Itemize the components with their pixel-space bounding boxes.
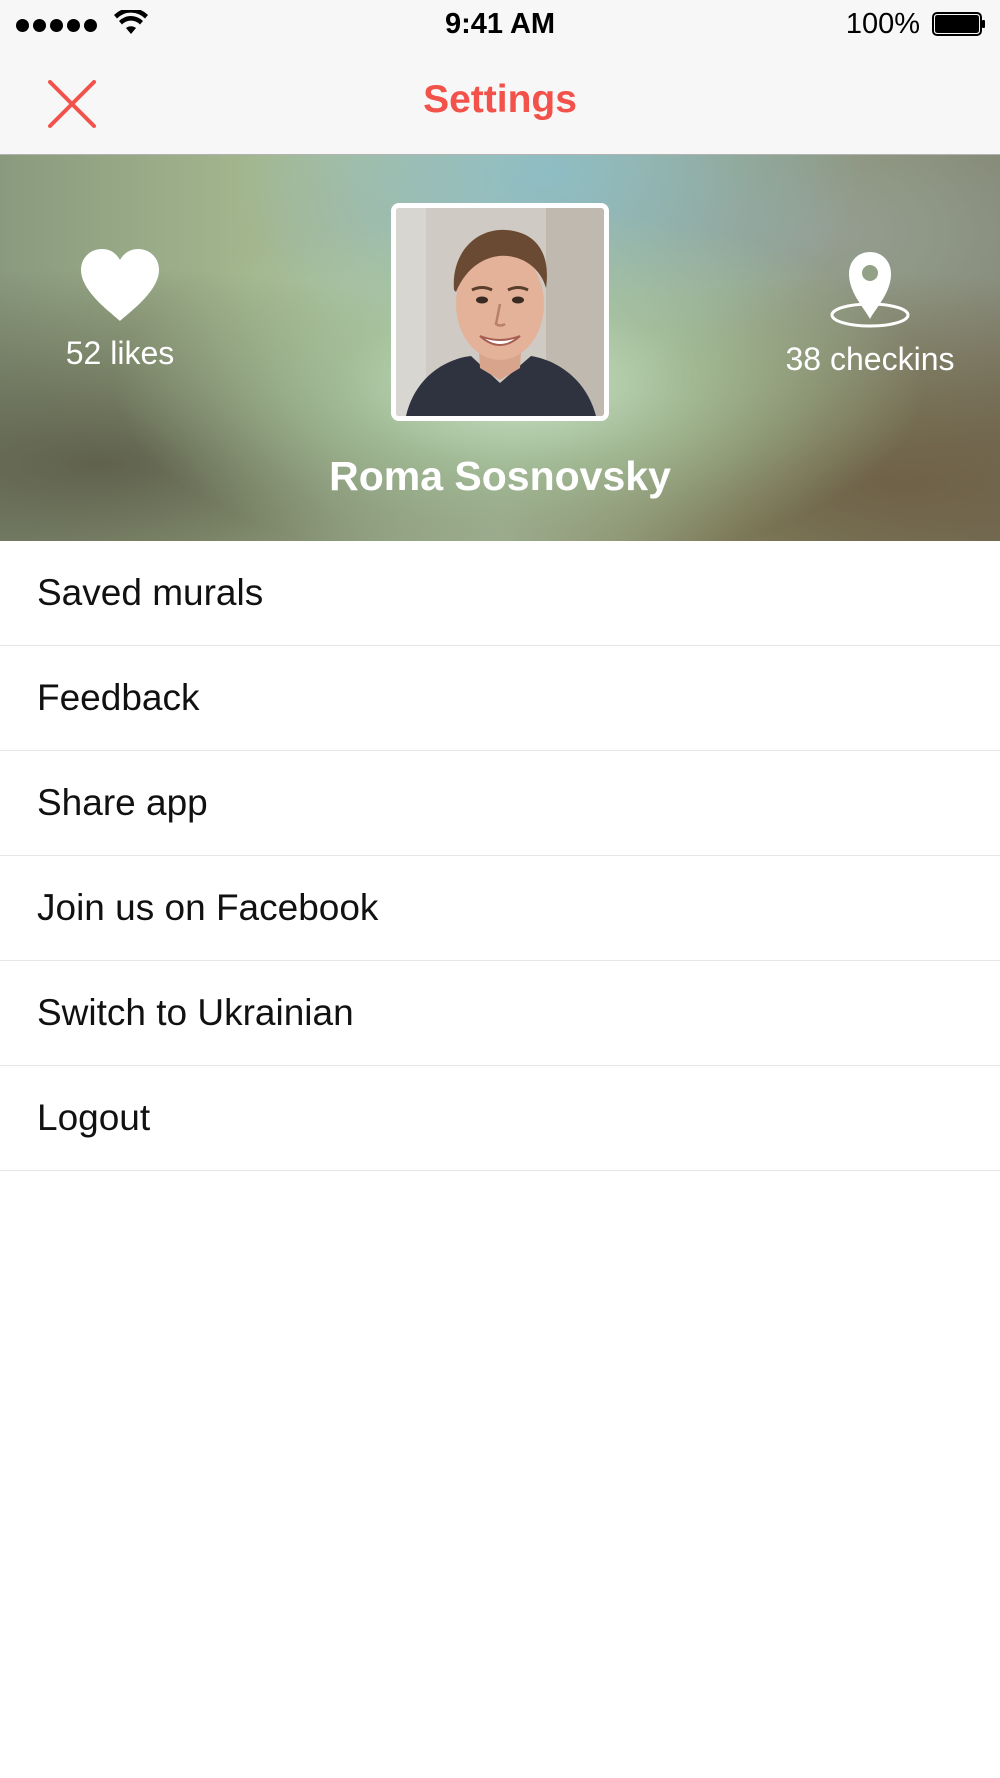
map-pin-icon: [830, 252, 910, 328]
profile-header: 52 likes 38 checkins Roma Sosnovsky: [0, 155, 1000, 541]
menu-item-share-app[interactable]: Share app: [0, 751, 1000, 856]
likes-count: 52 likes: [65, 335, 175, 371]
menu-item-join-facebook[interactable]: Join us on Facebook: [0, 856, 1000, 961]
avatar[interactable]: [391, 203, 609, 421]
profile-photo: [396, 208, 604, 416]
checkins-count: 38 checkins: [785, 341, 955, 377]
status-bar: 9:41 AM 100%: [0, 0, 1000, 50]
settings-menu: Saved murals Feedback Share app Join us …: [0, 541, 1000, 1171]
menu-item-switch-language[interactable]: Switch to Ukrainian: [0, 961, 1000, 1066]
checkins-stat[interactable]: 38 checkins: [760, 247, 980, 378]
battery-percentage: 100%: [845, 8, 920, 40]
profile-name: Roma Sosnovsky: [329, 453, 671, 499]
battery-icon: [932, 12, 985, 36]
heart-icon: [81, 249, 159, 321]
menu-item-logout[interactable]: Logout: [0, 1066, 1000, 1171]
menu-item-saved-murals[interactable]: Saved murals: [0, 541, 1000, 646]
page-title: Settings: [423, 78, 577, 121]
likes-stat[interactable]: 52 likes: [40, 247, 200, 372]
navigation-bar: Settings: [0, 50, 1000, 155]
menu-item-feedback[interactable]: Feedback: [0, 646, 1000, 751]
